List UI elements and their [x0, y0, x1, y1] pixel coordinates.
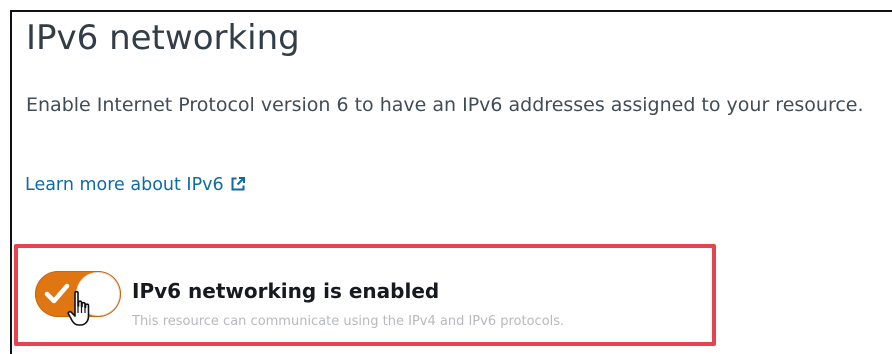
- section-title: IPv6 networking: [26, 18, 300, 58]
- learn-more-link-label: Learn more about IPv6: [25, 175, 224, 195]
- ipv6-toggle[interactable]: [35, 271, 121, 317]
- toggle-knob: [77, 273, 119, 315]
- section-description: Enable Internet Protocol version 6 to ha…: [26, 94, 864, 116]
- learn-more-link[interactable]: Learn more about IPv6: [25, 171, 246, 201]
- external-link-icon: [230, 173, 246, 201]
- check-icon: [44, 282, 70, 310]
- toggle-label: IPv6 networking is enabled: [132, 279, 440, 303]
- toggle-description: This resource can communicate using the …: [132, 314, 565, 329]
